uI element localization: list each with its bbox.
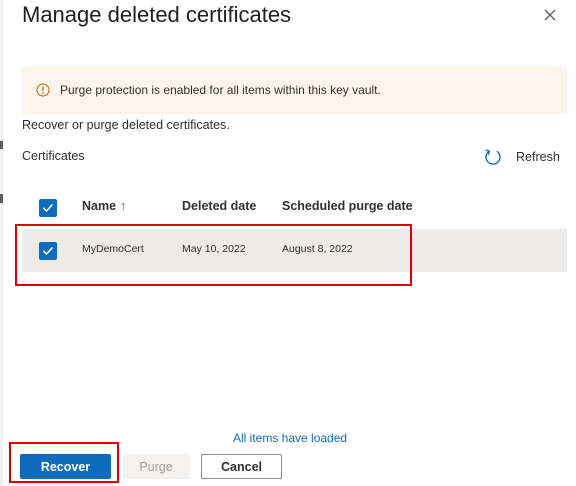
background-edge-mark — [0, 194, 3, 203]
checkmark-icon — [42, 246, 54, 256]
cancel-button[interactable]: Cancel — [201, 454, 282, 479]
background-page-edge — [0, 0, 3, 486]
manage-deleted-certificates-panel: Manage deleted certificates Purge protec… — [0, 0, 576, 486]
refresh-icon — [484, 148, 502, 166]
dialog-description: Recover or purge deleted certificates. — [22, 118, 230, 132]
column-header-scheduled-purge-date[interactable]: Scheduled purge date — [282, 199, 413, 213]
purge-button[interactable]: Purge — [122, 454, 190, 479]
dialog-title: Manage deleted certificates — [22, 2, 292, 27]
select-all-checkbox[interactable] — [39, 199, 57, 217]
row-checkbox[interactable] — [39, 242, 57, 260]
column-header-name[interactable]: Name ↑ — [82, 199, 126, 213]
refresh-label: Refresh — [516, 150, 560, 164]
cell-scheduled-purge-date: August 8, 2022 — [282, 243, 353, 255]
refresh-button[interactable]: Refresh — [484, 146, 560, 168]
sort-ascending-icon: ↑ — [120, 199, 127, 213]
purge-protection-banner: Purge protection is enabled for all item… — [22, 66, 567, 114]
close-icon[interactable] — [539, 4, 561, 26]
column-header-name-label: Name — [82, 199, 117, 213]
background-edge-mark — [0, 141, 3, 149]
banner-message: Purge protection is enabled for all item… — [60, 83, 381, 97]
recover-button[interactable]: Recover — [20, 454, 111, 479]
cell-name: MyDemoCert — [82, 243, 144, 255]
load-status: All items have loaded — [233, 431, 348, 445]
checkmark-icon — [42, 203, 54, 213]
certificates-section-label: Certificates — [22, 149, 85, 163]
column-header-deleted-date[interactable]: Deleted date — [182, 199, 256, 213]
cell-deleted-date: May 10, 2022 — [182, 243, 246, 255]
info-icon — [36, 83, 50, 97]
